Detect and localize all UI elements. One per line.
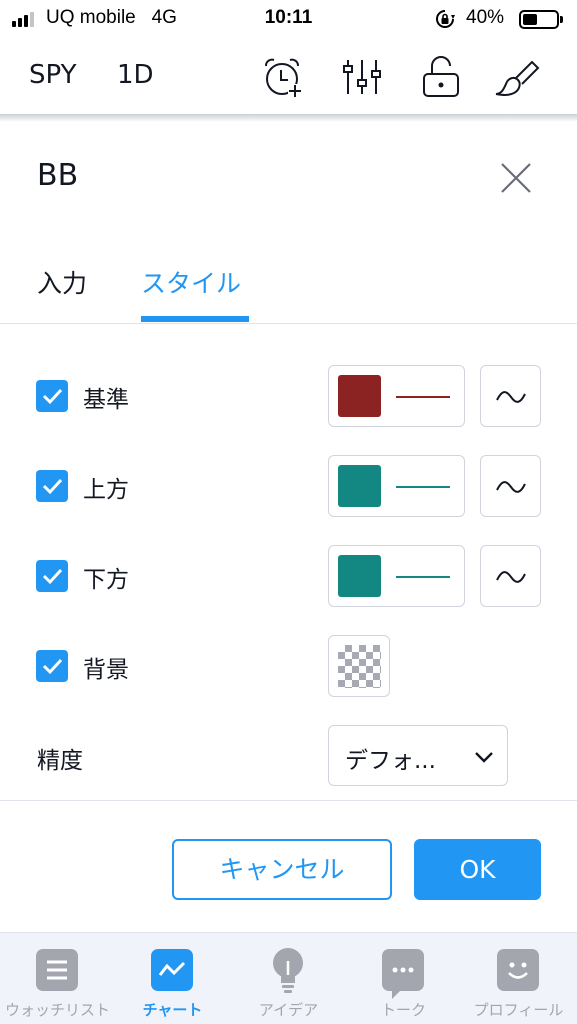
brush-icon[interactable] [494, 54, 540, 100]
basis-label: 基準 [83, 387, 129, 413]
lower-line-preview [396, 576, 450, 578]
upper-color-swatch [338, 465, 381, 507]
upper-line-style-button[interactable] [480, 455, 541, 517]
status-bar: UQ mobile 4G 10:11 40% [0, 0, 577, 38]
nav-watchlist-label: ウォッチリスト [4, 1001, 110, 1019]
lower-color-swatch [338, 555, 381, 597]
symbol-button[interactable]: SPY [29, 60, 77, 90]
basis-line-preview [396, 396, 450, 398]
chart-icon [151, 949, 193, 991]
nav-ideas-label: アイデア [258, 1001, 319, 1019]
style-row-lower: 下方 [0, 545, 577, 607]
nav-chart-label: チャート [142, 1001, 203, 1019]
precision-value: デフォ... [345, 748, 436, 774]
tab-inputs[interactable]: 入力 [37, 264, 87, 300]
interval-button[interactable]: 1D [117, 60, 154, 90]
alarm-add-icon[interactable] [260, 54, 306, 100]
nav-talk[interactable]: トーク [346, 933, 461, 1024]
nav-talk-label: トーク [380, 1001, 426, 1019]
basis-color-picker[interactable] [328, 365, 465, 427]
tab-bar: 入力 スタイル [0, 258, 577, 324]
lower-color-picker[interactable] [328, 545, 465, 607]
precision-select[interactable]: デフォ... [328, 725, 508, 786]
checkmark-icon [42, 478, 63, 495]
ok-button[interactable]: OK [414, 839, 541, 900]
unlock-icon[interactable] [418, 54, 464, 100]
style-row-upper: 上方 [0, 455, 577, 517]
line-style-icon [496, 481, 526, 493]
line-style-icon [496, 391, 526, 403]
lower-checkbox[interactable] [36, 560, 68, 592]
nav-profile-label: プロフィール [473, 1001, 564, 1019]
footer-divider [0, 800, 577, 801]
nav-chart[interactable]: チャート [115, 933, 230, 1024]
background-checkbox[interactable] [36, 650, 68, 682]
style-row-background: 背景 [0, 635, 577, 697]
active-tab-indicator [141, 316, 249, 322]
bottom-navigation: ウォッチリスト チャート アイデア トーク プロフィール [0, 932, 577, 1024]
upper-color-picker[interactable] [328, 455, 465, 517]
chat-bubble-icon [382, 949, 424, 999]
nav-ideas[interactable]: アイデア [231, 933, 346, 1024]
background-color-picker[interactable] [328, 635, 390, 697]
toolbar-shadow [0, 114, 577, 122]
list-icon [36, 949, 78, 991]
rotation-lock-icon [436, 10, 455, 28]
background-label: 背景 [83, 657, 129, 683]
cancel-button[interactable]: キャンセル [172, 839, 392, 900]
checkmark-icon [42, 658, 63, 675]
upper-line-preview [396, 486, 450, 488]
checkmark-icon [42, 568, 63, 585]
upper-checkbox[interactable] [36, 470, 68, 502]
lower-line-style-button[interactable] [480, 545, 541, 607]
checkmark-icon [42, 388, 63, 405]
nav-profile[interactable]: プロフィール [461, 933, 576, 1024]
chevron-down-icon [475, 752, 493, 763]
basis-line-style-button[interactable] [480, 365, 541, 427]
style-row-basis: 基準 [0, 365, 577, 427]
basis-checkbox[interactable] [36, 380, 68, 412]
nav-watchlist[interactable]: ウォッチリスト [0, 933, 115, 1024]
close-icon[interactable] [498, 160, 534, 196]
tab-style[interactable]: スタイル [141, 264, 241, 300]
lightbulb-icon [273, 948, 303, 993]
transparency-pattern [338, 645, 381, 688]
chart-toolbar: SPY 1D [0, 38, 577, 116]
basis-color-swatch [338, 375, 381, 417]
settings-sliders-icon[interactable] [340, 54, 386, 100]
lower-label: 下方 [83, 567, 129, 593]
precision-label: 精度 [37, 748, 83, 774]
smiley-icon [497, 949, 539, 991]
upper-label: 上方 [83, 477, 129, 503]
line-style-icon [496, 571, 526, 583]
battery-percent: 40% [466, 7, 505, 28]
dialog-title: BB [37, 158, 79, 193]
battery-icon [519, 10, 563, 29]
